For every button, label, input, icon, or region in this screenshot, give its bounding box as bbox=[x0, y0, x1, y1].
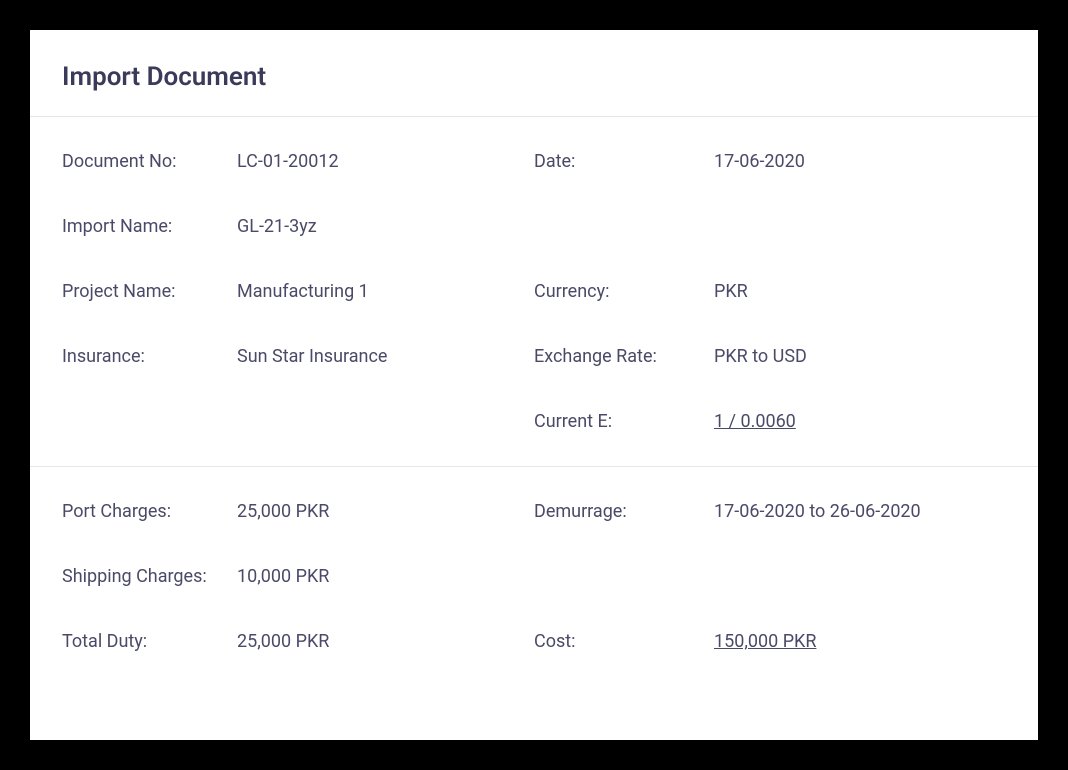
insurance-value: Sun Star Insurance bbox=[237, 346, 387, 367]
document-header: Import Document bbox=[30, 30, 1038, 117]
date-label: Date: bbox=[534, 151, 714, 172]
field-shipping-charges: Shipping Charges: 10,000 PKR bbox=[62, 544, 534, 609]
charges-row: Total Duty: 25,000 PKR Cost: 150,000 PKR bbox=[30, 609, 1038, 674]
field-currency: Currency: PKR bbox=[534, 259, 1006, 324]
charges-row: Shipping Charges: 10,000 PKR bbox=[30, 544, 1038, 609]
project-name-value: Manufacturing 1 bbox=[237, 281, 369, 302]
port-charges-label: Port Charges: bbox=[62, 501, 237, 522]
total-duty-label: Total Duty: bbox=[62, 631, 237, 652]
charges-row: Port Charges: 25,000 PKR Demurrage: 17-0… bbox=[30, 479, 1038, 544]
import-name-value: GL-21-3yz bbox=[237, 216, 317, 237]
empty-cell bbox=[534, 194, 1006, 259]
total-duty-value: 25,000 PKR bbox=[237, 631, 329, 652]
port-charges-value: 25,000 PKR bbox=[237, 501, 329, 522]
field-project-name: Project Name: Manufacturing 1 bbox=[62, 259, 534, 324]
info-row: Insurance: Sun Star Insurance Exchange R… bbox=[30, 324, 1038, 389]
current-e-value: 1 / 0.0060 bbox=[714, 411, 796, 432]
field-import-name: Import Name: GL-21-3yz bbox=[62, 194, 534, 259]
info-row: Current E: 1 / 0.0060 bbox=[30, 389, 1038, 454]
project-name-label: Project Name: bbox=[62, 281, 237, 302]
document-no-value: LC-01-20012 bbox=[237, 151, 339, 172]
import-document: Import Document Document No: LC-01-20012… bbox=[30, 30, 1038, 740]
page-title: Import Document bbox=[62, 62, 1006, 92]
field-cost: Cost: 150,000 PKR bbox=[534, 609, 1006, 674]
shipping-charges-label: Shipping Charges: bbox=[62, 566, 237, 587]
field-document-no: Document No: LC-01-20012 bbox=[62, 129, 534, 194]
cost-label: Cost: bbox=[534, 631, 714, 652]
charges-section: Port Charges: 25,000 PKR Demurrage: 17-0… bbox=[30, 467, 1038, 686]
field-insurance: Insurance: Sun Star Insurance bbox=[62, 324, 534, 389]
insurance-label: Insurance: bbox=[62, 346, 237, 367]
date-value: 17-06-2020 bbox=[714, 151, 805, 172]
current-e-label: Current E: bbox=[534, 411, 714, 432]
field-port-charges: Port Charges: 25,000 PKR bbox=[62, 479, 534, 544]
empty-cell bbox=[62, 389, 534, 454]
empty-cell bbox=[534, 544, 1006, 609]
document-no-label: Document No: bbox=[62, 151, 237, 172]
exchange-rate-value: PKR to USD bbox=[714, 346, 807, 367]
exchange-rate-label: Exchange Rate: bbox=[534, 346, 714, 367]
info-row: Project Name: Manufacturing 1 Currency: … bbox=[30, 259, 1038, 324]
field-total-duty: Total Duty: 25,000 PKR bbox=[62, 609, 534, 674]
currency-label: Currency: bbox=[534, 281, 714, 302]
field-date: Date: 17-06-2020 bbox=[534, 129, 1006, 194]
cost-value: 150,000 PKR bbox=[714, 631, 816, 652]
shipping-charges-value: 10,000 PKR bbox=[237, 566, 329, 587]
document-info-section: Document No: LC-01-20012 Date: 17-06-202… bbox=[30, 117, 1038, 467]
import-name-label: Import Name: bbox=[62, 216, 237, 237]
demurrage-value: 17-06-2020 to 26-06-2020 bbox=[714, 501, 921, 522]
currency-value: PKR bbox=[714, 281, 748, 302]
info-row: Document No: LC-01-20012 Date: 17-06-202… bbox=[30, 129, 1038, 194]
demurrage-label: Demurrage: bbox=[534, 501, 714, 522]
field-current-e: Current E: 1 / 0.0060 bbox=[534, 389, 1006, 454]
field-demurrage: Demurrage: 17-06-2020 to 26-06-2020 bbox=[534, 479, 1006, 544]
field-exchange-rate: Exchange Rate: PKR to USD bbox=[534, 324, 1006, 389]
info-row: Import Name: GL-21-3yz bbox=[30, 194, 1038, 259]
